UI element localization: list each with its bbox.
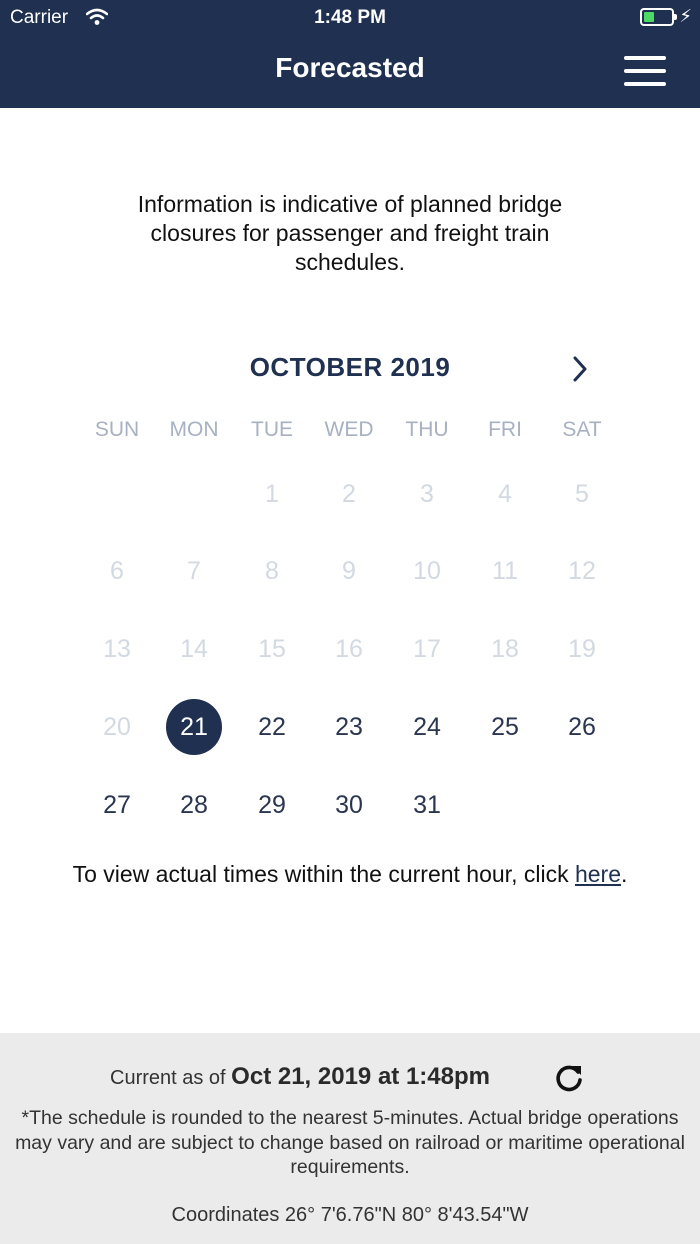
battery-icon — [640, 8, 677, 26]
here-link[interactable]: here — [575, 861, 621, 887]
weekday-sat: SAT — [562, 418, 602, 441]
status-time: 1:48 PM — [314, 7, 386, 28]
calendar-day-31[interactable]: 31 — [399, 777, 455, 833]
calendar-day-8: 8 — [265, 557, 279, 586]
calendar-day-26[interactable]: 26 — [554, 699, 610, 755]
note-suffix: . — [621, 861, 628, 887]
calendar-day-15: 15 — [258, 635, 286, 663]
current-hour-note: To view actual times within the current … — [60, 860, 640, 889]
weekday-fri: FRI — [488, 418, 522, 441]
calendar-day-13: 13 — [103, 635, 131, 663]
weekday-mon: MON — [169, 418, 219, 441]
calendar-day-30[interactable]: 30 — [321, 777, 377, 833]
calendar-day-28[interactable]: 28 — [166, 777, 222, 833]
current-prefix: Current as of — [110, 1067, 232, 1089]
status-bar: Carrier 1:48 PM ⚡ — [0, 0, 700, 36]
current-as-of: Current as of Oct 21, 2019 at 1:48pm — [110, 1063, 490, 1091]
calendar-day-22[interactable]: 22 — [244, 699, 300, 755]
calendar-day-1: 1 — [265, 479, 279, 508]
hamburger-menu-icon[interactable] — [624, 56, 666, 86]
calendar-day-2: 2 — [342, 479, 356, 508]
calendar-day-27[interactable]: 27 — [89, 777, 145, 833]
refresh-icon[interactable] — [552, 1061, 586, 1095]
calendar-day-23[interactable]: 23 — [321, 699, 377, 755]
coordinates-text: Coordinates 26° 7'6.76"N 80° 8'43.54"W — [171, 1204, 529, 1226]
chevron-right-icon[interactable] — [565, 352, 595, 386]
schedule-disclaimer: *The schedule is rounded to the nearest … — [15, 1107, 685, 1178]
calendar-day-selected[interactable]: 21 — [166, 699, 222, 756]
top-bar: Carrier 1:48 PM ⚡ Forecasted — [0, 0, 700, 108]
calendar-month-label: OCTOBER 2019 — [249, 352, 451, 382]
calendar-day-6: 6 — [110, 557, 124, 586]
weekday-sun: SUN — [94, 418, 140, 441]
calendar-day-3: 3 — [420, 479, 434, 508]
calendar-day-25[interactable]: 25 — [477, 699, 533, 755]
charging-bolt-icon: ⚡ — [679, 6, 692, 26]
calendar-day-14: 14 — [180, 635, 208, 663]
calendar-day-7: 7 — [187, 557, 201, 586]
calendar-day-29[interactable]: 29 — [244, 777, 300, 833]
calendar-day-18: 18 — [491, 635, 519, 663]
current-timestamp: Oct 21, 2019 at 1:48pm — [231, 1063, 490, 1090]
calendar-day-19: 19 — [568, 635, 596, 663]
page-title: Forecasted — [275, 52, 425, 83]
info-text: Information is indicative of planned bri… — [137, 191, 563, 275]
note-prefix: To view actual times within the current … — [72, 861, 575, 887]
footer-panel: Current as of Oct 21, 2019 at 1:48pm *Th… — [0, 1033, 700, 1244]
weekday-wed: WED — [324, 418, 374, 441]
calendar-day-16: 16 — [335, 635, 363, 663]
calendar-day-12: 12 — [568, 557, 596, 586]
calendar-day-24[interactable]: 24 — [399, 699, 455, 755]
calendar-day-11: 11 — [492, 557, 518, 586]
weekday-tue: TUE — [251, 418, 293, 441]
calendar-day-5: 5 — [575, 479, 589, 508]
calendar-day-17: 17 — [413, 635, 441, 663]
calendar-day-9: 9 — [342, 557, 356, 586]
weekday-thu: THU — [405, 418, 449, 441]
calendar-day-20: 20 — [103, 712, 131, 741]
calendar-day-4: 4 — [498, 479, 512, 508]
calendar-day-10: 10 — [413, 557, 441, 586]
